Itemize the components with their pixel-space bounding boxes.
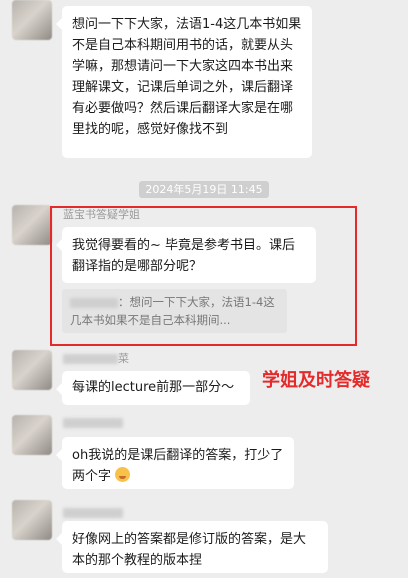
avatar[interactable]: [12, 500, 52, 540]
avatar[interactable]: [12, 415, 52, 455]
avatar[interactable]: [12, 350, 52, 390]
message-bubble: 好像网上的答案都是修订版的答案，是大本的那个教程的版本捏: [56, 521, 328, 573]
message-text: 好像网上的答案都是修订版的答案，是大本的那个教程的版本捏: [72, 532, 307, 568]
blurred-name: [63, 508, 123, 518]
message-bubble: oh我说的是课后翻译的答案，打少了两个字: [56, 437, 294, 489]
blurred-name: [63, 354, 118, 364]
avatar[interactable]: [12, 205, 52, 245]
blurred-name: [63, 418, 123, 428]
message-bubble: 想问一下下大家，法语1-4这几本书如果不是自己本科期间用书的话，就要从头学嘛，那…: [56, 6, 312, 158]
message-text: 每课的lecture前那一部分～: [72, 380, 235, 395]
shy-emoji-icon: [115, 467, 131, 482]
annotation-label: 学姐及时答疑: [262, 370, 370, 391]
message-text: oh我说的是课后翻译的答案，打少了两个字: [72, 448, 284, 484]
message-text: 想问一下下大家，法语1-4这几本书如果不是自己本科期间用书的话，就要从头学嘛，那…: [72, 17, 302, 137]
timestamp: 2024年5月19日 11:45: [0, 181, 408, 198]
sender-name: [63, 416, 123, 429]
message-bubble: 每课的lecture前那一部分～: [56, 371, 250, 405]
highlight-box: [50, 206, 357, 346]
sender-name: [63, 506, 123, 519]
avatar[interactable]: [12, 0, 52, 40]
sender-name: 菜: [63, 350, 129, 366]
